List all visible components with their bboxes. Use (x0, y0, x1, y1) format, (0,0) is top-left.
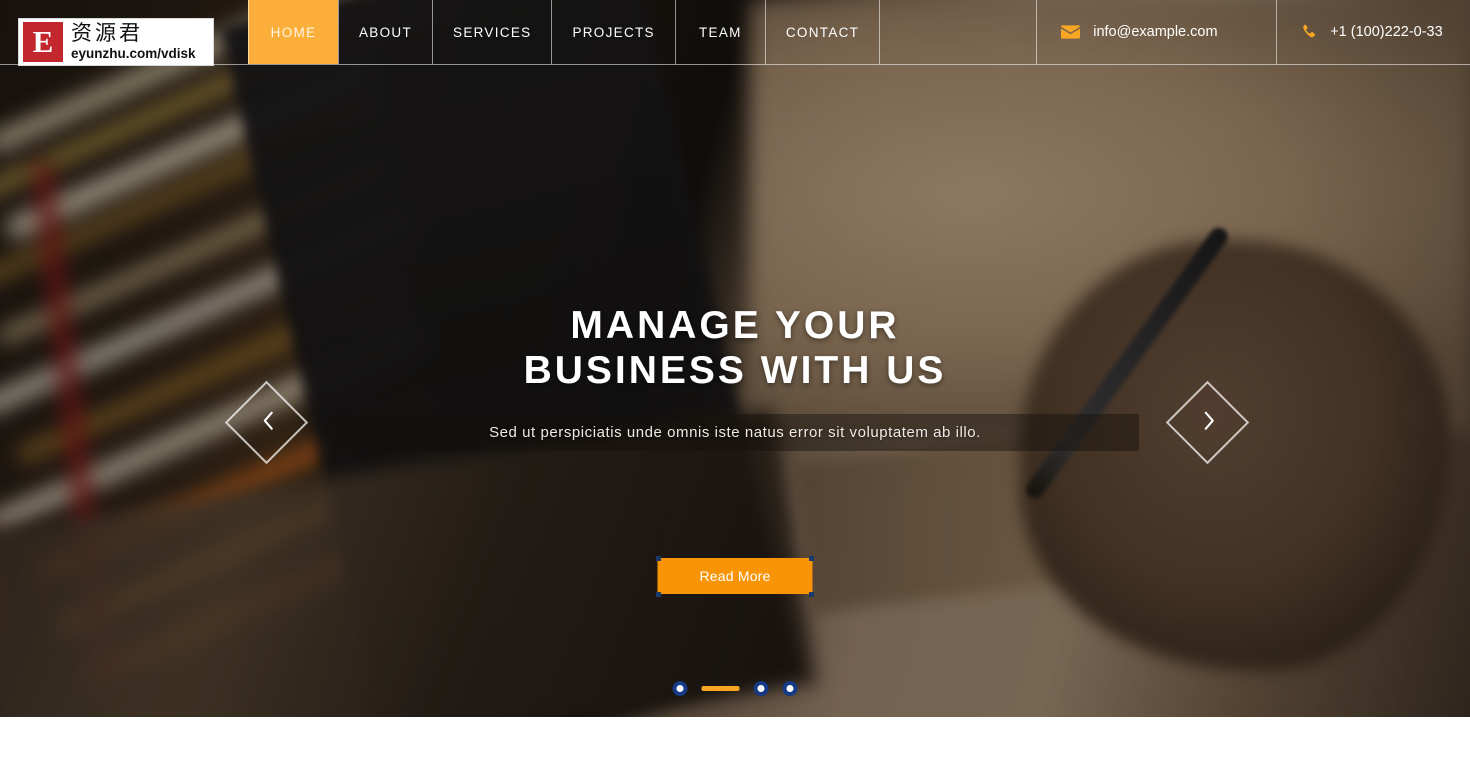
envelope-icon (1061, 25, 1081, 39)
main-menu: HOME ABOUT SERVICES PROJECTS TEAM CONTAC… (248, 0, 879, 64)
nav-label: TEAM (699, 24, 742, 40)
headline-line-2: BUSINESS WITH US (523, 349, 947, 392)
slider-dot-4[interactable] (782, 681, 798, 696)
selection-handle-top-left[interactable] (656, 556, 661, 561)
read-more-button[interactable]: Read More (657, 558, 813, 594)
watermark-url: eyunzhu.com/vdisk (71, 46, 196, 62)
contact-email[interactable]: info@example.com (1036, 0, 1276, 64)
phone-icon (1301, 24, 1317, 40)
watermark-overlay: E 资源君 eyunzhu.com/vdisk (18, 18, 214, 66)
contact-email-text: info@example.com (1093, 24, 1218, 40)
watermark-chinese-text: 资源君 (71, 21, 143, 46)
nav-item-projects[interactable]: PROJECTS (551, 0, 674, 64)
nav-label: PROJECTS (572, 24, 655, 40)
chevron-right-icon (1193, 408, 1223, 438)
slider-dot-1[interactable] (672, 681, 688, 696)
chevron-left-icon (252, 408, 282, 438)
slider-dot-2-active[interactable] (701, 686, 740, 691)
selection-handle-top-right[interactable] (809, 556, 814, 561)
hero-subtitle: Sed ut perspiciatis unde omnis iste natu… (489, 424, 981, 441)
hero-subtitle-box: Sed ut perspiciatis unde omnis iste natu… (331, 414, 1139, 451)
contact-phone-text: +1 (100)222-0-33 (1330, 24, 1443, 40)
slider-prev-button[interactable] (224, 380, 309, 465)
slider-pagination (672, 681, 798, 696)
slider-dot-3[interactable] (753, 681, 769, 696)
page-body-below-hero (0, 717, 1470, 780)
nav-item-team[interactable]: TEAM (674, 0, 765, 64)
hero-slider: de HOME ABOUT SERVICES PROJECTS TEAM CON… (0, 0, 1470, 717)
nav-item-home[interactable]: HOME (248, 0, 338, 64)
nav-empty-cell (879, 0, 1036, 64)
nav-item-about[interactable]: ABOUT (338, 0, 432, 64)
top-navigation-bar: de HOME ABOUT SERVICES PROJECTS TEAM CON… (0, 0, 1470, 65)
hero-content: MANAGE YOUR BUSINESS WITH US Sed ut pers… (0, 0, 1470, 717)
nav-label: SERVICES (453, 24, 532, 40)
hero-headline: MANAGE YOUR BUSINESS WITH US (0, 303, 1470, 393)
contact-phone[interactable]: +1 (100)222-0-33 (1276, 0, 1470, 64)
nav-item-contact[interactable]: CONTACT (764, 0, 879, 64)
nav-label: ABOUT (359, 24, 413, 40)
nav-item-services[interactable]: SERVICES (432, 0, 551, 64)
selection-handle-bottom-right[interactable] (809, 592, 814, 597)
nav-label: CONTACT (785, 24, 860, 40)
selection-handle-bottom-left[interactable] (656, 592, 661, 597)
slider-next-button[interactable] (1165, 380, 1250, 465)
watermark-logo-letter: E (23, 22, 63, 62)
headline-line-1: MANAGE YOUR (570, 304, 900, 347)
nav-label: HOME (270, 24, 317, 40)
